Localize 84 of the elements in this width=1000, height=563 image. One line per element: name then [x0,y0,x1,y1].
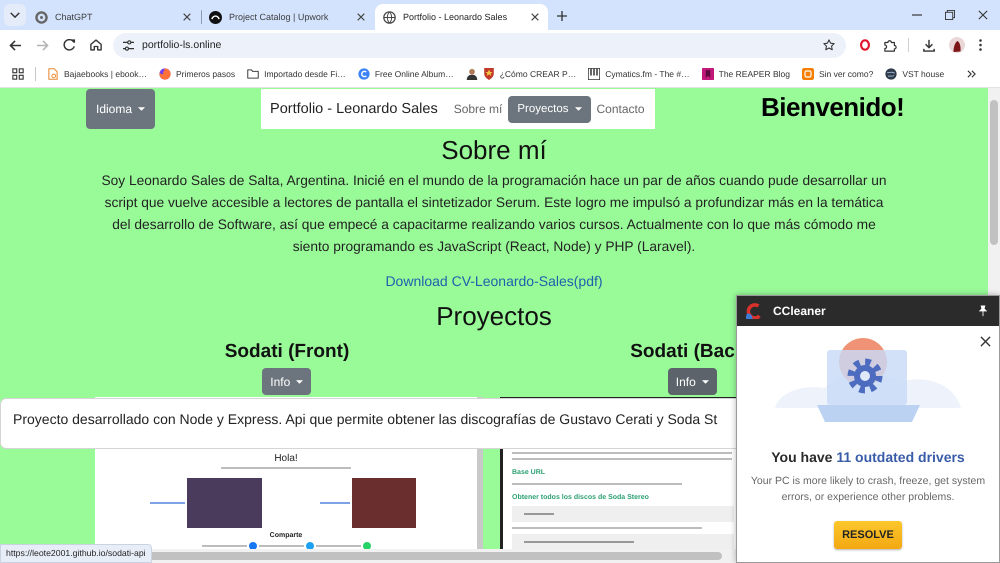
circle-logo-icon [306,542,314,550]
caret-icon [296,380,304,384]
section-heading: Sobre mí [441,135,547,166]
shield-icon [482,68,495,80]
link-line [320,502,350,504]
bookmark-link[interactable]: Sin ver como? [796,62,880,84]
brand-link[interactable]: Portfolio - Leonardo Sales [270,101,438,117]
bookmark-logo-icon [702,68,714,80]
close-icon[interactable] [357,13,365,21]
restore-icon[interactable] [945,10,955,20]
info-dropdown-button[interactable]: Info [668,368,717,395]
browser-tab[interactable]: Portfolio - Leonardo Sales [375,4,548,30]
address-field[interactable]: portfolio-ls.online [113,32,846,58]
document-icon [47,68,59,80]
nav-dropdown-button[interactable]: Proyectos [508,96,591,122]
close-icon[interactable] [980,336,991,347]
resolve-button[interactable]: RESOLVE [834,521,902,549]
info-dropdown-button[interactable]: Info [262,368,312,395]
bookmark-link[interactable]: Primeros pasos [153,62,242,84]
download-icon[interactable] [923,38,935,52]
chevrons-right-icon[interactable] [967,70,976,78]
close-icon[interactable] [978,10,988,20]
brush-logo-icon [746,303,762,319]
project-title: Sodati (Bac [630,340,735,364]
status-url-tooltip: https://leote2001.github.io/sodati-api [0,544,152,563]
preview-heading: Hola! [274,453,298,465]
circle-logo-icon [248,542,256,550]
text-line [202,545,246,547]
nav-link[interactable]: Sobre mí [454,102,502,116]
bookmark-link[interactable]: Importado desde Fi… [241,62,352,84]
person-icon [466,68,478,80]
download-link[interactable]: Download CV-Leonardo-Sales(pdf) [385,273,603,289]
bookmark-link[interactable]: Free Online Album… [352,62,460,84]
text-line [316,545,360,547]
link-line [150,502,185,504]
bookmark-link[interactable]: VST house [879,62,950,84]
folder-icon [247,68,260,80]
tab-list-button[interactable] [4,4,26,26]
puzzle-piece-icon[interactable] [884,38,897,52]
bookmark-link[interactable]: Bajaebooks | ebook… [41,62,154,84]
alert-message: Your PC is more likely to crash, freeze, get system errors, or experience other problems. [750,474,986,505]
project-title: Sodati (Front) [224,340,350,364]
bookmark-link[interactable]: ¿Cómo CREAR P… [460,62,582,84]
language-dropdown-button[interactable]: Idioma [86,89,156,129]
ring-logo-icon [35,10,48,24]
star-icon[interactable] [823,39,835,51]
caret-icon [574,107,582,111]
browser-logo-icon [159,68,172,80]
pin-icon[interactable] [979,305,987,317]
close-icon[interactable] [531,13,539,21]
photo-placeholder [352,478,416,528]
globe-icon [383,10,396,24]
minimize-icon[interactable] [912,14,922,16]
apps-grid-icon[interactable] [12,68,24,80]
reload-icon[interactable] [63,39,76,51]
avatar-icon[interactable] [949,37,965,53]
about-paragraph: Soy Leonardo Sales de Salta, Argentina. Inicié en el mundo de la programación hace un par de años cuando pude desarrollar un script que vuelve accesible a lectores de pantalla el sintetizador Serum. Este logro me impulsó a profundizar más en la temática del desarrollo de Software, así que empecé a capacitarme realizando varios cursos. Actualmente con lo que más cómodo me siento programando es JavaScript (React, Node) y PHP (Laravel). [100,172,888,256]
caret-icon [138,107,146,111]
back-icon[interactable] [9,40,22,50]
plus-icon[interactable] [557,11,567,21]
home-icon[interactable] [90,39,102,51]
bookmark-link[interactable]: Cymatics.fm - The #… [582,62,696,84]
code-line [524,513,554,515]
nav-link[interactable]: Contacto [596,102,645,116]
section-heading: Proyectos [436,301,552,332]
square-logo-icon [802,68,814,80]
app-name: CCleaner [773,304,826,318]
circle-logo-icon [362,542,370,550]
chevron-down-icon [10,12,20,18]
sliders-icon[interactable] [122,40,135,50]
alert-title: You have 11 outdated drivers [771,448,965,467]
close-icon[interactable] [183,13,191,21]
bookmark-link[interactable]: The REAPER Blog [696,62,796,84]
piano-keys-icon [588,68,600,80]
browser-tab[interactable]: ChatGPT [27,4,200,30]
text-line [258,545,304,547]
welcome-heading: Bienvenido! [761,91,904,124]
more-vertical-icon[interactable] [979,39,982,51]
logo-icon [209,10,222,24]
ring-logo-icon[interactable] [860,39,870,51]
globe-icon [885,68,898,80]
caret-icon [702,380,709,384]
circle-logo-icon [358,68,370,80]
project-description: Proyecto desarrollado con Node y Express. Api que permite obtener las discografías de Gustavo Cerati y Soda St [13,410,718,429]
